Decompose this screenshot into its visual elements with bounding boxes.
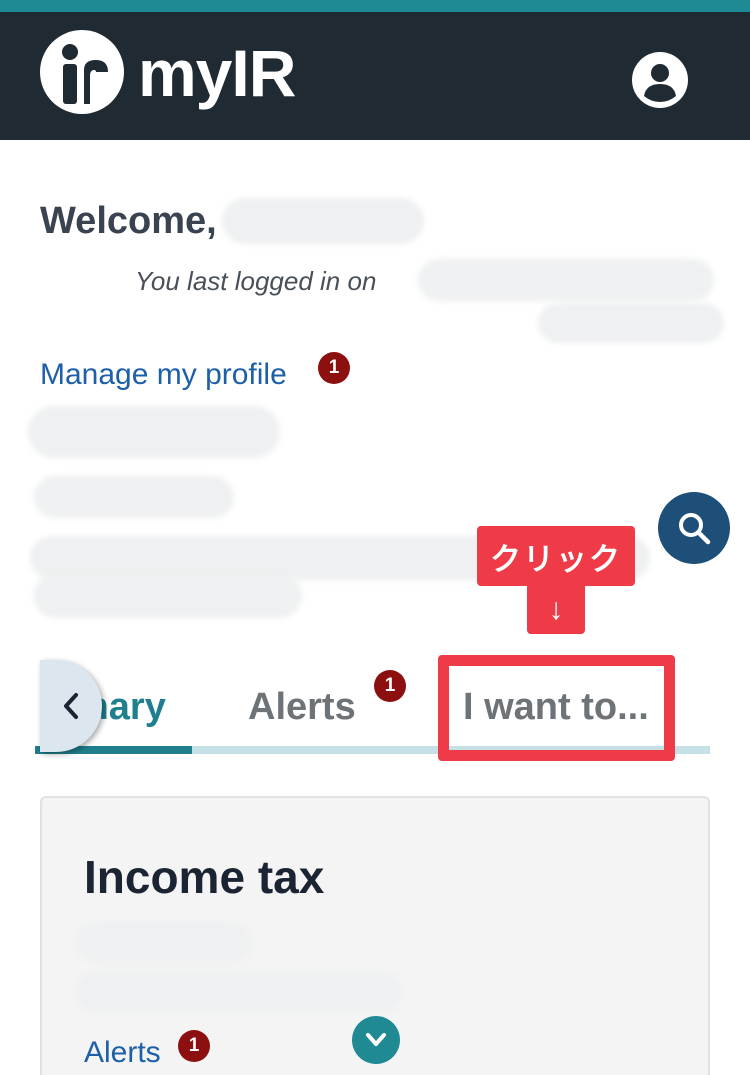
tab-alerts[interactable]: Alerts [248,686,356,729]
chevron-left-icon [64,693,78,719]
click-highlight-box [438,655,675,761]
income-tax-card: Income tax Alerts 1 [40,796,710,1075]
top-accent-strip [0,0,750,12]
redacted-info-1 [28,406,280,458]
app-name: myIR [138,36,296,110]
redacted-card-line-1 [76,922,252,962]
income-tax-alerts-badge: 1 [178,1030,210,1062]
chevron-down-icon [366,1033,386,1046]
income-tax-alerts-link[interactable]: Alerts [84,1036,161,1070]
search-icon [679,513,711,545]
expand-card-button[interactable] [352,1016,400,1064]
redacted-name [222,198,424,244]
click-annotation-arrow: ↓ [527,586,585,634]
profile-alert-badge: 1 [318,352,350,384]
manage-profile-link[interactable]: Manage my profile [40,358,287,392]
tab-scroll-left-button[interactable] [40,660,102,752]
redacted-login-date [418,259,714,301]
redacted-card-line-2 [76,972,402,1012]
redacted-login-time [538,303,724,343]
search-button[interactable] [658,492,730,564]
ir-logo-icon[interactable] [40,30,124,114]
last-login-text: You last logged in on [135,266,377,296]
account-circle-icon[interactable] [632,52,688,108]
redacted-info-2 [34,476,234,518]
alerts-tab-badge: 1 [374,670,406,702]
welcome-heading: Welcome, [40,200,217,242]
income-tax-title: Income tax [84,851,325,903]
click-annotation-label: クリック [477,526,635,586]
app-header: myIR [0,12,750,140]
redacted-info-4 [34,574,302,618]
